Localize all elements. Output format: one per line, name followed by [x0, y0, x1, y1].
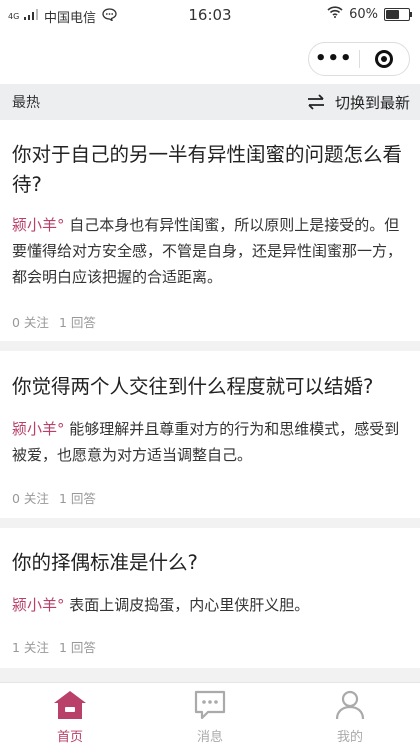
target-dot: [381, 56, 388, 62]
answer-preview[interactable]: 颍小羊° 能够理解并且尊重对方的行为和思维模式，感受到被爱，也愿意为对方适当调整…: [12, 416, 408, 468]
battery-percent: 60%: [349, 6, 378, 22]
battery-icon: [384, 7, 412, 21]
question-meta: 1 关注 1 回答: [12, 637, 96, 656]
follow-count: 0 关注: [12, 491, 49, 506]
answer-count: 1 回答: [58, 315, 96, 330]
answer-count: 1 回答: [58, 491, 96, 506]
mini-program-capsule: •••: [308, 42, 410, 76]
follow-count: 0 关注: [12, 315, 49, 330]
tab-bar: 首页 消息 我的: [0, 682, 420, 748]
tab-profile[interactable]: 我的: [280, 683, 420, 748]
more-dots-icon[interactable]: •••: [309, 43, 359, 75]
answer-text: 自己本身也有异性闺蜜，所以原则上是接受的。但要懂得给对方安全感，不管是自身，还是…: [12, 216, 403, 286]
tab-profile-label: 我的: [336, 730, 363, 745]
target-ring: [375, 50, 394, 68]
question-meta: 0 关注 1 回答: [12, 488, 96, 507]
tab-messages[interactable]: 消息: [140, 683, 280, 748]
tab-home-label: 首页: [56, 730, 83, 745]
question-meta: 0 关注 1 回答: [12, 312, 96, 331]
question-card[interactable]: 你对于自己的另一半有异性闺蜜的问题怎么看待? 颍小羊° 自己本身也有异性闺蜜，所…: [0, 120, 420, 341]
switch-to-latest-button[interactable]: 切换到最新: [307, 92, 410, 113]
answer-count: 1 回答: [58, 640, 96, 655]
answer-author[interactable]: 颍小羊°: [12, 216, 65, 234]
nav-bar: •••: [0, 30, 420, 84]
profile-icon: [335, 690, 365, 724]
question-card[interactable]: 你觉得两个人交往到什么程度就可以结婚? 颍小羊° 能够理解并且尊重对方的行为和思…: [0, 351, 420, 518]
target-circle-icon[interactable]: [359, 50, 409, 68]
answer-text: 能够理解并且尊重对方的行为和思维模式，感受到被爱，也愿意为对方适当调整自己。: [12, 420, 400, 464]
home-icon: [53, 690, 87, 724]
filter-bar: 最热 切换到最新: [0, 84, 420, 120]
tab-messages-label: 消息: [196, 730, 223, 745]
answer-author[interactable]: 颍小羊°: [12, 420, 65, 438]
question-title[interactable]: 你觉得两个人交往到什么程度就可以结婚?: [12, 372, 408, 402]
swap-arrows-icon: [307, 94, 325, 110]
message-icon: [194, 690, 226, 724]
battery-fill: [386, 9, 399, 19]
answer-text: 表面上调皮捣蛋，内心里侠肝义胆。: [64, 596, 310, 614]
status-right: 60%: [327, 6, 412, 22]
question-title[interactable]: 你对于自己的另一半有异性闺蜜的问题怎么看待?: [12, 140, 408, 200]
follow-count: 1 关注: [12, 640, 49, 655]
tab-home[interactable]: 首页: [0, 683, 140, 748]
current-sort-label: 最热: [12, 95, 40, 111]
switch-to-latest-label: 切换到最新: [334, 93, 410, 112]
question-title[interactable]: 你的择偶标准是什么?: [12, 548, 408, 578]
question-card[interactable]: 你的择偶标准是什么? 颍小羊° 表面上调皮捣蛋，内心里侠肝义胆。 1 关注 1 …: [0, 528, 420, 668]
wifi-icon: [327, 6, 343, 22]
answer-preview[interactable]: 颍小羊° 自己本身也有异性闺蜜，所以原则上是接受的。但要懂得给对方安全感，不管是…: [12, 212, 408, 290]
status-bar: 4G 中国电信 16:03 60%: [0, 0, 420, 30]
answer-author[interactable]: 颍小羊°: [12, 596, 65, 614]
answer-preview[interactable]: 颍小羊° 表面上调皮捣蛋，内心里侠肝义胆。: [12, 592, 408, 618]
